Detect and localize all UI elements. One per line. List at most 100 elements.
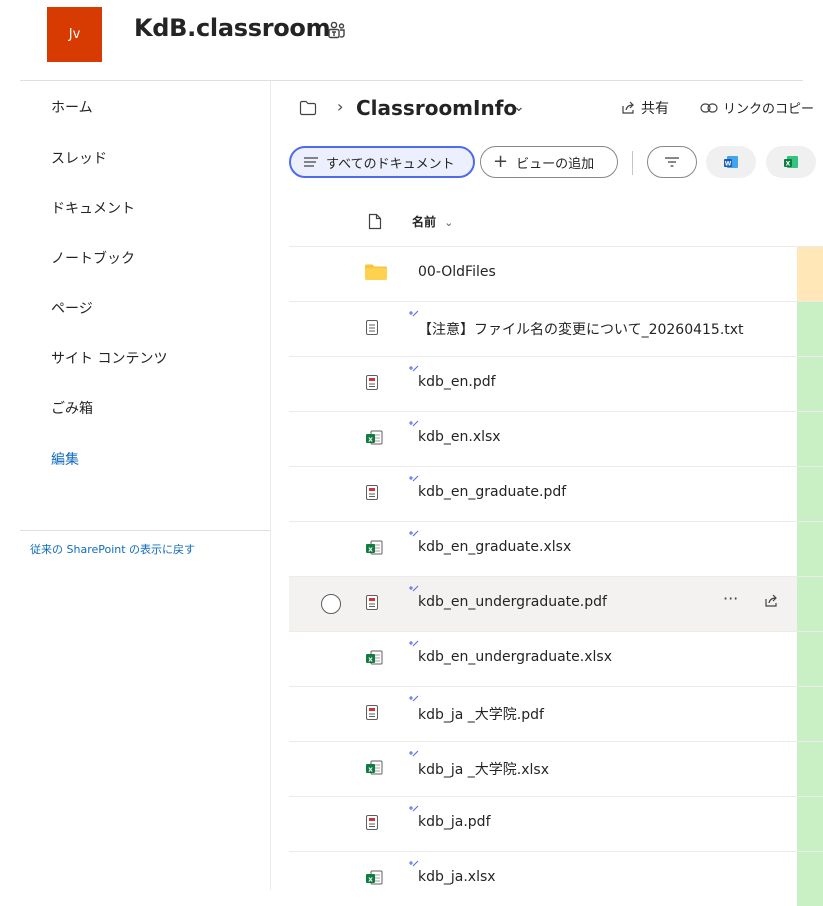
file-name[interactable]: 00-OldFiles [418, 264, 496, 280]
pdf-file-icon [366, 815, 378, 830]
file-name[interactable]: kdb_en.xlsx [418, 429, 501, 445]
list-lines-icon [304, 157, 318, 167]
modified-column-cell [797, 357, 823, 411]
folder-icon [365, 264, 387, 280]
word-icon: W [724, 156, 738, 168]
file-row[interactable]: kdb_en_graduate.pdf [289, 467, 797, 521]
more-options-icon[interactable]: ··· [723, 589, 738, 608]
file-row[interactable]: x kdb_ja _大学院.xlsx [289, 742, 797, 796]
add-view-label: ビューの追加 [516, 156, 595, 172]
nav-border [270, 81, 271, 890]
filter-button[interactable] [647, 146, 697, 178]
modified-column-cell [797, 247, 823, 301]
nav-notebook[interactable]: ノートブック [51, 248, 135, 268]
modified-column-cell [797, 467, 823, 521]
share-label: 共有 [641, 101, 669, 117]
row-select-radio[interactable] [321, 594, 341, 614]
breadcrumb-current-folder[interactable]: ClassroomInfo [356, 96, 517, 120]
file-name[interactable]: kdb_ja _大学院.pdf [418, 704, 544, 724]
file-row[interactable]: kdb_ja.pdf [289, 797, 797, 851]
file-name[interactable]: kdb_ja.xlsx [418, 869, 496, 885]
nav-pages[interactable]: ページ [51, 298, 93, 318]
nav-site-contents[interactable]: サイト コンテンツ [51, 348, 167, 368]
file-row[interactable]: x kdb_en.xlsx [289, 412, 797, 466]
file-row[interactable]: kdb_en.pdf [289, 357, 797, 411]
toolbar-divider [632, 151, 633, 175]
modified-column-cell [797, 742, 823, 796]
file-type-icon: x [365, 649, 383, 670]
file-row[interactable]: kdb_ja _大学院.pdf [289, 687, 797, 741]
file-name[interactable]: kdb_ja.pdf [418, 814, 491, 830]
pdf-file-icon [366, 595, 378, 610]
pdf-file-icon [366, 485, 378, 500]
add-view-button[interactable]: + ビューの追加 [480, 146, 618, 178]
breadcrumb-chevron-icon: › [337, 97, 344, 116]
file-type-icon [365, 814, 379, 835]
new-word-document-button[interactable]: W [706, 146, 756, 178]
new-excel-workbook-button[interactable]: X [766, 146, 816, 178]
share-button[interactable]: 共有 [620, 98, 669, 118]
file-row[interactable]: x kdb_ja.xlsx [289, 852, 797, 906]
svg-text:x: x [368, 765, 373, 773]
file-row[interactable]: 00-OldFiles [289, 247, 797, 301]
file-row[interactable]: 【注意】ファイル名の変更について_20260415.txt [289, 302, 797, 356]
file-type-icon [365, 319, 379, 340]
excel-file-icon: x [366, 430, 383, 445]
modified-column-cell [797, 577, 823, 631]
file-type-icon [365, 264, 387, 284]
pdf-file-icon [366, 375, 378, 390]
pdf-file-icon [366, 705, 378, 720]
nav-home[interactable]: ホーム [51, 97, 93, 117]
excel-file-icon: x [366, 760, 383, 775]
copy-link-label: リンクのコピー [723, 102, 815, 117]
file-name[interactable]: kdb_ja _大学院.xlsx [418, 759, 549, 779]
site-logo[interactable]: Jv [47, 7, 102, 62]
file-name[interactable]: kdb_en.pdf [418, 374, 496, 390]
svg-text:x: x [368, 435, 373, 443]
nav-edit[interactable]: 編集 [51, 449, 79, 469]
nav-recycle-bin[interactable]: ごみ箱 [51, 398, 93, 418]
chevron-down-icon[interactable]: ⌄ [513, 99, 525, 115]
file-type-icon: x [365, 539, 383, 560]
chevron-down-icon: ⌄ [444, 216, 454, 229]
modified-column-cell [797, 522, 823, 576]
classic-sharepoint-link[interactable]: 従来の SharePoint の表示に戻す [30, 541, 195, 557]
modified-column-cell [797, 687, 823, 741]
filter-icon [665, 157, 679, 167]
file-type-icon [365, 594, 379, 615]
nav-threads[interactable]: スレッド [51, 148, 107, 168]
nav-divider [20, 530, 270, 531]
file-name[interactable]: 【注意】ファイル名の変更について_20260415.txt [418, 319, 744, 339]
excel-file-icon: x [366, 540, 383, 555]
file-name[interactable]: kdb_en_graduate.pdf [418, 484, 566, 500]
modified-column-cell [797, 852, 823, 906]
folder-outline-icon[interactable] [299, 100, 317, 116]
name-column-header[interactable]: 名前 ⌄ [412, 213, 453, 230]
file-type-column-icon[interactable] [368, 213, 382, 230]
file-type-icon [365, 704, 379, 725]
row-share-icon[interactable] [763, 593, 779, 609]
file-row[interactable]: x kdb_en_undergraduate.xlsx [289, 632, 797, 686]
file-name[interactable]: kdb_en_undergraduate.pdf [418, 594, 607, 610]
svg-text:W: W [725, 161, 732, 168]
file-type-icon: x [365, 869, 383, 890]
site-title[interactable]: KdB.classroom [134, 14, 331, 42]
file-name[interactable]: kdb_en_graduate.xlsx [418, 539, 571, 555]
svg-text:x: x [368, 875, 373, 883]
file-type-icon: x [365, 759, 383, 780]
file-row[interactable]: kdb_en_undergraduate.pdf ··· [289, 577, 797, 631]
file-row[interactable]: x kdb_en_graduate.xlsx [289, 522, 797, 576]
file-name[interactable]: kdb_en_undergraduate.xlsx [418, 649, 612, 665]
text-file-icon [366, 320, 378, 335]
all-documents-view-button[interactable]: すべてのドキュメント [289, 146, 475, 178]
svg-text:x: x [368, 655, 373, 663]
teams-icon[interactable] [326, 20, 348, 42]
modified-column-cell [797, 632, 823, 686]
nav-documents[interactable]: ドキュメント [51, 198, 135, 218]
copy-link-button[interactable]: リンクのコピー [700, 98, 814, 117]
modified-column-cell [797, 412, 823, 466]
all-documents-label: すべてのドキュメント [326, 156, 455, 172]
site-logo-initials: Jv [68, 27, 81, 42]
file-type-icon [365, 374, 379, 395]
modified-column-cell [797, 797, 823, 851]
